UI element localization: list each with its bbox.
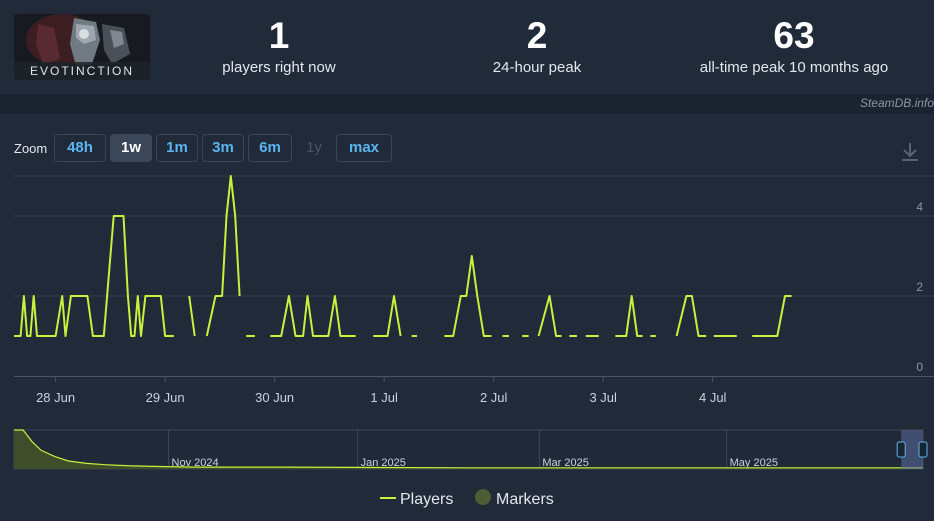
x-tick-label: 28 Jun [36,390,75,405]
players-line-segment [373,295,402,337]
players-line-segment [205,175,241,337]
player-count-chart: 0 2 4 28 Jun 29 Jun 30 Jun 1 Jul 2 Jul 3 Jul 4 Ju… [13,175,934,508]
y-tick-label: 0 [916,360,923,374]
y-tick-label: 2 [916,280,923,294]
x-tick-label: 1 Jul [370,390,398,405]
x-tick-label: 2 Jul [480,390,508,405]
players-line-segment [752,295,792,337]
players-line-segment [615,295,643,337]
x-tick-label: 30 Jun [255,390,294,405]
players-line-segment [537,295,562,337]
x-tick-label: 29 Jun [146,390,185,405]
navigator-handle[interactable] [918,441,928,458]
players-line-segment [270,295,356,337]
x-tick-label: 4 Jul [699,390,727,405]
players-line-segment [675,295,707,337]
x-tick-label: 3 Jul [589,390,617,405]
players-line-segment [14,215,174,337]
navigator-handle[interactable] [896,441,906,458]
navigator-background[interactable] [13,429,924,470]
legend-markers-swatch[interactable] [475,489,491,505]
legend-players-label[interactable]: Players [400,491,453,508]
legend-markers-label[interactable]: Markers [496,491,554,508]
players-line-segment [188,295,196,337]
y-tick-label: 4 [916,200,923,214]
